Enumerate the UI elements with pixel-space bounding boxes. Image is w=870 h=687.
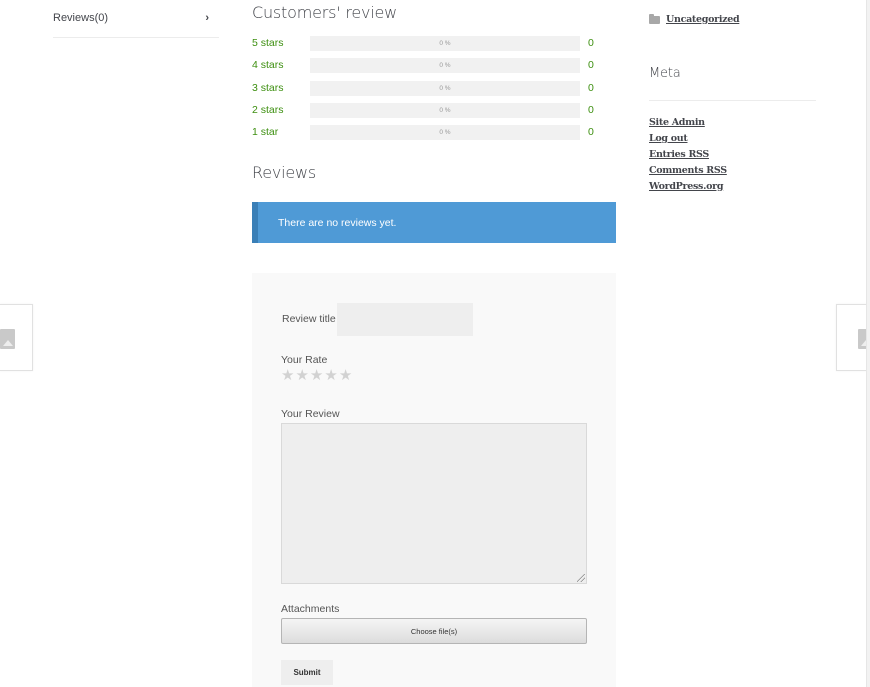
submit-button[interactable]: Submit [281,660,333,685]
meta-link-site-admin[interactable]: Site Admin [649,116,727,129]
star-icon[interactable]: ★ [310,368,323,384]
your-rate-label: Your Rate [281,354,328,366]
rating-count: 0 [588,82,594,94]
rating-row-3: 3 stars 0 % 0 [252,80,616,96]
meta-link-log-out[interactable]: Log out [649,132,727,145]
image-placeholder-icon [0,329,15,349]
product-tabs: Reviews(0) › [53,0,219,38]
reviews-heading: Reviews [252,163,317,182]
category-item: Uncategorized [649,13,740,25]
no-reviews-notice: There are no reviews yet. [252,202,616,243]
rating-bar: 0 % [310,124,580,140]
divider [649,100,816,101]
rating-row-4: 4 stars 0 % 0 [252,57,616,73]
rating-bar: 0 % [310,35,580,51]
rating-bar: 0 % [310,102,580,118]
attachments-label: Attachments [281,603,340,615]
review-title-input[interactable] [337,303,473,336]
star-icon[interactable]: ★ [339,368,352,384]
previous-product-thumb[interactable] [0,304,33,371]
star-rating-input: ★ ★ ★ ★ ★ [281,368,352,384]
rating-percent: 0 % [439,84,451,92]
meta-link-wordpress[interactable]: WordPress.org [649,180,727,193]
rating-label[interactable]: 5 stars [252,37,310,49]
rating-count: 0 [588,104,594,116]
rating-count: 0 [588,37,594,49]
tab-reviews-label: Reviews(0) [53,11,109,24]
category-link[interactable]: Uncategorized [666,14,740,25]
no-reviews-text: There are no reviews yet. [278,216,397,229]
rating-percent: 0 % [439,61,451,69]
rating-count: 0 [588,59,594,71]
review-title-label: Review title [282,313,336,325]
rating-count: 0 [588,126,594,138]
rating-percent: 0 % [439,106,451,114]
rating-label[interactable]: 3 stars [252,82,310,94]
meta-heading: Meta [649,66,681,81]
meta-link-comments-rss[interactable]: Comments RSS [649,164,727,177]
star-icon[interactable]: ★ [295,368,308,384]
next-product-thumb[interactable] [836,304,870,371]
tab-reviews[interactable]: Reviews(0) › [53,0,219,38]
rating-label[interactable]: 4 stars [252,59,310,71]
rating-percent: 0 % [439,39,451,47]
your-review-label: Your Review [281,408,340,420]
chevron-right-icon: › [205,11,209,24]
rating-row-1: 1 star 0 % 0 [252,124,616,140]
resize-grip-icon[interactable] [577,574,585,582]
meta-link-entries-rss[interactable]: Entries RSS [649,148,727,161]
star-icon[interactable]: ★ [324,368,337,384]
rating-bar: 0 % [310,57,580,73]
rating-row-5: 5 stars 0 % 0 [252,35,616,51]
rating-bar: 0 % [310,80,580,96]
rating-row-2: 2 stars 0 % 0 [252,102,616,118]
star-icon[interactable]: ★ [281,368,294,384]
review-form: Review title Your Rate ★ ★ ★ ★ ★ Your Re… [252,273,616,687]
scrollbar[interactable] [866,0,870,687]
rating-label[interactable]: 2 stars [252,104,310,116]
meta-links: Site Admin Log out Entries RSS Comments … [649,116,727,193]
customers-review-heading: Customers' review [252,3,398,22]
folder-icon [649,13,660,24]
choose-files-button[interactable]: Choose file(s) [281,618,587,644]
review-textarea[interactable] [281,423,587,584]
rating-percent: 0 % [439,128,451,136]
rating-label[interactable]: 1 star [252,126,310,138]
